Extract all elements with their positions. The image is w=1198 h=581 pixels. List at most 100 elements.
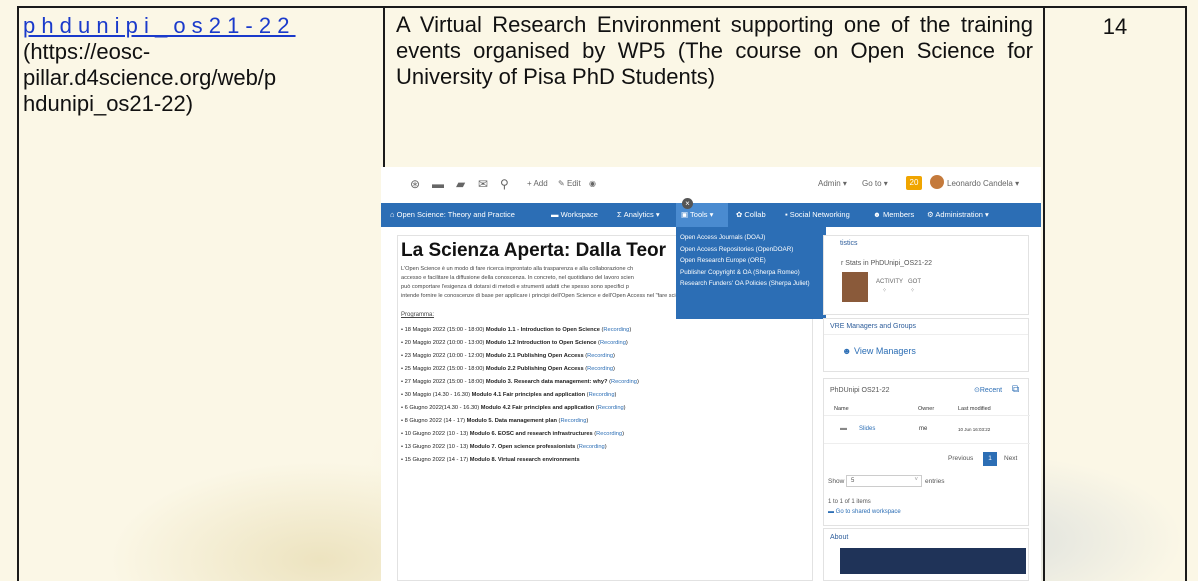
col-name[interactable]: Name	[834, 406, 849, 412]
notes-icon[interactable]: ▰	[456, 178, 470, 190]
module-date: 30 Maggio (14.30 - 16.30)	[404, 392, 471, 398]
nav-workspace[interactable]: ▬ Workspace	[551, 203, 598, 227]
recording-link[interactable]: Recording	[589, 392, 615, 398]
nav-administration[interactable]: ⚙ Administration ▾	[927, 203, 989, 227]
user-photo	[842, 272, 868, 302]
module-date: 18 Maggio 2022 (15:00 - 18:00)	[404, 327, 485, 333]
got-label: GOT	[908, 279, 921, 285]
module-title: Modulo 6. EOSC and research infrastructu…	[469, 431, 593, 437]
portal-topbar: ⊛ ▬ ▰ ✉ ⚲ + Add ✎ Edit ◉ Admin ▾ Go to ▾…	[381, 167, 1041, 203]
recording-link[interactable]: Recording	[596, 431, 622, 437]
programme-heading: Programma:	[401, 312, 435, 318]
next-button[interactable]: Next	[1004, 455, 1017, 462]
mail-icon[interactable]: ✉	[478, 178, 492, 190]
vre-screenshot: ⊛ ▬ ▰ ✉ ⚲ + Add ✎ Edit ◉ Admin ▾ Go to ▾…	[381, 167, 1041, 581]
vre-name-link[interactable]: phdunipi_os21-22	[23, 13, 296, 38]
edit-button[interactable]: ✎ Edit	[558, 179, 581, 188]
file-name[interactable]: Slides	[859, 426, 875, 432]
module-date: 20 Maggio 2022 (10:00 - 13:00)	[404, 340, 485, 346]
add-button[interactable]: + Add	[527, 179, 548, 188]
stats-panel: tistics r Stats in PhDUnipi_OS21-22 ACTI…	[823, 235, 1029, 315]
module-title: Modulo 8. Virtual research environments	[469, 457, 580, 463]
workspace-title: PhDUnipi OS21-22	[830, 387, 890, 394]
entries-label: entries	[925, 478, 945, 485]
module-item: • 8 Giugno 2022 (14 - 17) Modulo 5. Data…	[401, 418, 589, 424]
activity-label: ACTIVITY	[876, 279, 904, 285]
module-list: • 18 Maggio 2022 (15:00 - 18:00) Modulo …	[401, 324, 811, 467]
recording-link[interactable]: Recording	[587, 366, 613, 372]
nav-social[interactable]: ▪ Social Networking	[785, 203, 850, 227]
portal-navbar: ⌂ Open Science: Theory and Practice ▬ Wo…	[381, 203, 1041, 227]
module-date: 10 Giugno 2022 (10 - 13)	[404, 431, 469, 437]
notification-badge[interactable]: 20	[906, 176, 922, 190]
module-date: 15 Giugno 2022 (14 - 17)	[404, 457, 469, 463]
recording-link[interactable]: Recording	[603, 327, 629, 333]
eye-icon[interactable]: ◉	[589, 179, 596, 188]
menu-item-sherpa-juliet[interactable]: Research Funders' OA Policies (Sherpa Ju…	[676, 278, 826, 290]
show-label: Show	[828, 478, 845, 485]
module-date: 8 Giugno 2022 (14 - 17)	[404, 418, 465, 424]
file-owner: me	[919, 426, 928, 432]
module-date: 6 Giugno 2022(14.30 - 16.30)	[404, 405, 480, 411]
name-cell: phdunipi_os21-22 (https://eosc- pillar.d…	[17, 6, 385, 581]
menu-item-doaj[interactable]: Open Access Journals (DOAJ)	[676, 232, 826, 244]
open-external-icon[interactable]: ⧉	[1012, 384, 1019, 395]
dashboard-icon[interactable]: ⊛	[410, 178, 424, 190]
recording-link[interactable]: Recording	[587, 353, 613, 359]
view-managers-link[interactable]: ☻ View Managers	[842, 346, 916, 356]
page-1-button[interactable]: 1	[983, 452, 997, 466]
module-title: Modulo 4.2 Fair principles and applicati…	[480, 405, 595, 411]
module-item: • 18 Maggio 2022 (15:00 - 18:00) Modulo …	[401, 327, 632, 333]
module-item: • 30 Maggio (14.30 - 16.30) Modulo 4.1 F…	[401, 392, 617, 398]
about-image	[840, 548, 1026, 574]
user-menu[interactable]: Leonardo Candela ▾	[947, 179, 1019, 188]
close-icon[interactable]: ×	[682, 198, 693, 209]
module-item: • 20 Maggio 2022 (10:00 - 13:00) Modulo …	[401, 340, 628, 346]
chevron-down-icon: ˅	[914, 477, 918, 483]
nav-home[interactable]: ⌂ Open Science: Theory and Practice	[381, 203, 533, 227]
module-item: • 6 Giugno 2022(14.30 - 16.30) Modulo 4.…	[401, 405, 626, 411]
col-modified[interactable]: Last modified	[958, 406, 991, 412]
previous-button[interactable]: Previous	[948, 455, 973, 462]
vre-url-line-2: pillar.d4science.org/web/p	[23, 65, 277, 90]
nav-members[interactable]: ☻ Members	[873, 203, 914, 227]
recording-link[interactable]: Recording	[600, 340, 626, 346]
member-count: 14	[1102, 14, 1128, 39]
admin-menu[interactable]: Admin ▾	[818, 179, 847, 188]
nav-analytics[interactable]: Σ Analytics ▾	[617, 203, 660, 227]
recording-link[interactable]: Recording	[611, 379, 637, 385]
module-title: Modulo 5. Data management plan	[466, 418, 557, 424]
stats-title: tistics	[840, 240, 858, 247]
nav-collab[interactable]: ✿ Collab	[736, 203, 766, 227]
menu-item-sherpa-romeo[interactable]: Publisher Copyright & OA (Sherpa Romeo)	[676, 267, 826, 279]
vre-description: A Virtual Research Environment supportin…	[396, 12, 1033, 89]
recent-button[interactable]: ⊙Recent	[974, 386, 1002, 394]
shared-workspace-link[interactable]: ▬ Go to shared workspace	[828, 509, 901, 515]
goto-menu[interactable]: Go to ▾	[862, 179, 888, 188]
module-date: 23 Maggio 2022 (10:00 - 12:00)	[404, 353, 485, 359]
module-item: • 27 Maggio 2022 (15:00 - 18:00) Modulo …	[401, 379, 639, 385]
folder-icon[interactable]: ▬	[432, 178, 446, 190]
users-icon: ☻	[842, 346, 852, 356]
col-owner[interactable]: Owner	[918, 406, 934, 412]
recording-link[interactable]: Recording	[579, 444, 605, 450]
managers-panel: VRE Managers and Groups ☻ View Managers	[823, 318, 1029, 372]
module-title: Modulo 3. Research data management: why?	[485, 379, 608, 385]
recording-link[interactable]: Recording	[598, 405, 624, 411]
menu-item-opendoar[interactable]: Open Access Repositories (OpenDOAR)	[676, 244, 826, 256]
module-date: 13 Giugno 2022 (10 - 13)	[404, 444, 469, 450]
about-panel: About	[823, 528, 1029, 581]
module-item: • 23 Maggio 2022 (10:00 - 12:00) Modulo …	[401, 353, 615, 359]
module-item: • 10 Giugno 2022 (10 - 13) Modulo 6. EOS…	[401, 431, 625, 437]
avatar[interactable]	[930, 175, 944, 189]
module-title: Modulo 1.2 Introduction to Open Science	[485, 340, 597, 346]
search-icon[interactable]: ⚲	[500, 178, 514, 190]
managers-title: VRE Managers and Groups	[824, 319, 1028, 335]
entries-select[interactable]: 5 ˅	[846, 475, 922, 487]
menu-item-ore[interactable]: Open Research Europe (ORE)	[676, 255, 826, 267]
module-title: Modulo 4.1 Fair principles and applicati…	[471, 392, 586, 398]
module-item: • 15 Giugno 2022 (14 - 17) Modulo 8. Vir…	[401, 457, 580, 463]
folder-icon: ▬	[840, 425, 847, 432]
spinner-icon: ⁘	[910, 288, 916, 294]
recording-link[interactable]: Recording	[560, 418, 586, 424]
